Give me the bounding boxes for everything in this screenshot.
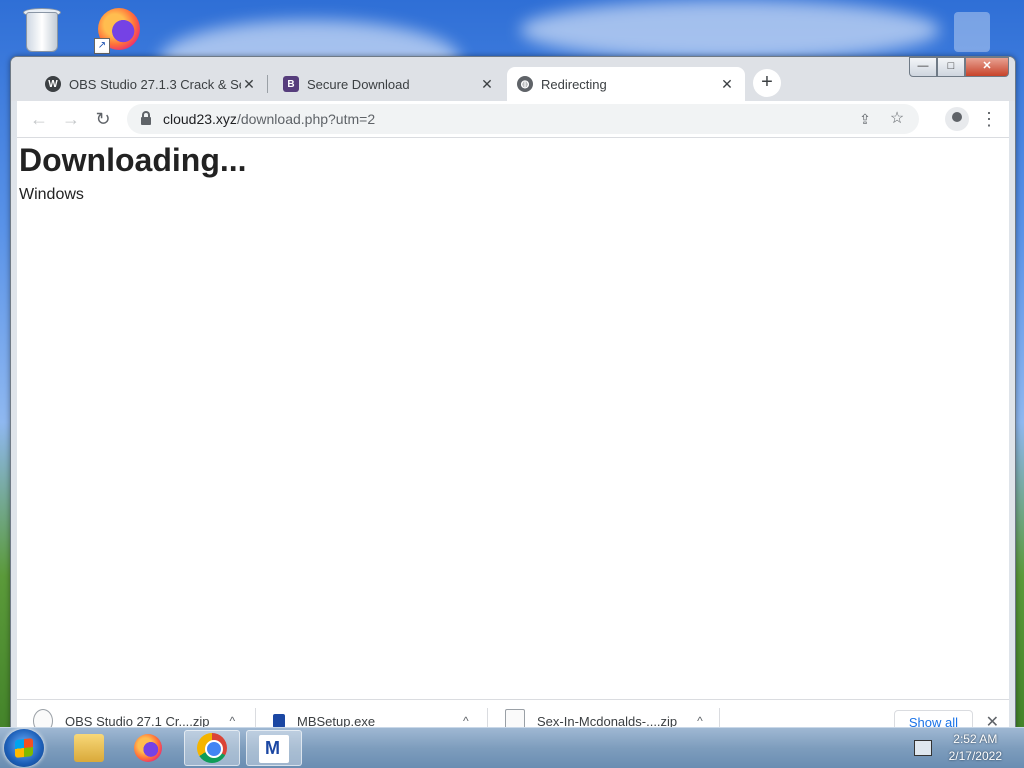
malwarebytes-icon (273, 714, 285, 728)
start-button[interactable] (4, 729, 44, 767)
taskbar-explorer[interactable] (62, 730, 118, 766)
chevron-up-icon[interactable]: ^ (230, 714, 236, 728)
lock-icon[interactable] (141, 111, 151, 125)
download-shelf: OBS Studio 27.1 Cr....zip ^ MBSetup.exe … (17, 699, 1009, 729)
os-label: Windows (19, 186, 84, 203)
file-icon (505, 709, 525, 729)
gear-icon[interactable] (954, 12, 990, 52)
firefox-icon (134, 734, 162, 762)
back-button[interactable]: ← (27, 107, 51, 131)
tab-strip: W OBS Studio 27.1.3 Crack & Serial ✕ B S… (11, 57, 1015, 101)
tab-secure-download[interactable]: B Secure Download ✕ (273, 67, 505, 101)
tab-redirecting[interactable]: ◍ Redirecting ✕ (507, 67, 745, 101)
tab-separator (267, 75, 268, 93)
chevron-up-icon[interactable]: ^ (697, 714, 703, 728)
address-bar[interactable]: cloud23.xyz/download.php?utm=2 ⇪ ☆ (127, 104, 919, 134)
file-icon (33, 709, 53, 729)
menu-icon[interactable]: ⋮ (977, 107, 1001, 131)
clock-time: 2:52 AM (953, 732, 998, 746)
page-heading: Downloading... (19, 142, 247, 178)
taskbar-malwarebytes[interactable] (246, 730, 302, 766)
bookmark-star-icon[interactable]: ☆ (885, 104, 909, 134)
chrome-icon (197, 733, 227, 763)
mouse-cursor-icon (514, 498, 534, 520)
system-tray: 2:52 AM 2/17/2022 (904, 728, 1024, 768)
divider (255, 708, 256, 729)
globe-icon: ◍ (517, 76, 533, 92)
tab-close-icon[interactable]: ✕ (241, 76, 257, 92)
tab-title: OBS Studio 27.1.3 Crack & Serial (69, 76, 241, 92)
bootstrap-icon: B (283, 76, 299, 92)
tab-close-icon[interactable]: ✕ (479, 76, 495, 92)
explorer-icon (74, 734, 104, 762)
taskbar-firefox[interactable] (122, 730, 178, 766)
taskbar: 2:52 AM 2/17/2022 (0, 727, 1024, 768)
shortcut-arrow-icon: ↗ (94, 38, 110, 54)
profile-avatar-icon[interactable] (945, 107, 969, 131)
chevron-up-icon[interactable]: ^ (463, 714, 469, 728)
clock-date: 2/17/2022 (948, 749, 1002, 763)
browser-window: W OBS Studio 27.1.3 Crack & Serial ✕ B S… (10, 56, 1016, 730)
url-text[interactable]: cloud23.xyz/download.php?utm=2 (163, 111, 375, 127)
new-tab-button[interactable]: + (753, 69, 781, 97)
wordpress-icon: W (45, 76, 61, 92)
recycle-bin-icon[interactable] (18, 6, 64, 52)
clock[interactable]: 2:52 AM 2/17/2022 (949, 731, 1002, 765)
browser-toolbar: ← → ↻ cloud23.xyz/download.php?utm=2 ⇪ ☆… (17, 101, 1009, 138)
divider (487, 708, 488, 729)
tab-obs-studio[interactable]: W OBS Studio 27.1.3 Crack & Serial ✕ (35, 67, 267, 101)
firefox-icon[interactable]: ↗ (94, 8, 140, 54)
tab-title: Secure Download (307, 76, 410, 92)
forward-button[interactable]: → (59, 107, 83, 131)
tab-close-icon[interactable]: ✕ (719, 76, 735, 92)
divider (719, 708, 720, 729)
reload-button[interactable]: ↻ (91, 107, 115, 131)
network-icon[interactable] (914, 740, 932, 756)
share-icon[interactable]: ⇪ (853, 104, 877, 134)
tab-title: Redirecting (541, 76, 607, 92)
taskbar-chrome[interactable] (184, 730, 240, 766)
download-item[interactable]: OBS Studio 27.1 Cr....zip ^ (33, 706, 235, 729)
maximize-button[interactable]: □ (937, 57, 965, 77)
download-item[interactable]: Sex-In-Mcdonalds-....zip ^ (505, 706, 703, 729)
malwarebytes-icon (259, 735, 289, 763)
download-item[interactable]: MBSetup.exe ^ (273, 706, 469, 729)
url-path: /download.php?utm=2 (236, 111, 376, 127)
page-content: Downloading... Windows (17, 138, 1009, 700)
close-window-button[interactable]: ✕ (965, 57, 1009, 77)
url-host: cloud23.xyz (163, 111, 237, 127)
cloud (520, 0, 940, 60)
window-controls: — □ ✕ (909, 57, 1009, 77)
minimize-button[interactable]: — (909, 57, 937, 77)
